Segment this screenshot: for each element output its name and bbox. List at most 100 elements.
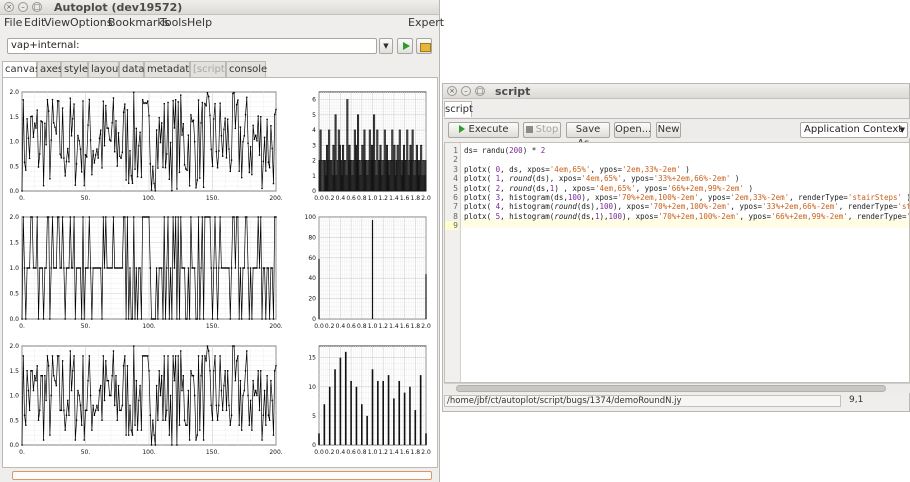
script-toolbar: Execute Stop Save As... Open... New Appl…: [444, 118, 910, 149]
data-point: [98, 137, 101, 140]
data-point: [115, 375, 117, 377]
expert-menu[interactable]: Expert: [408, 16, 444, 29]
uri-dropdown-button[interactable]: ▼: [379, 38, 393, 54]
open-button[interactable]: Open...: [614, 122, 651, 138]
data-point: [173, 267, 176, 269]
x-tick-label: 100.: [142, 323, 155, 330]
tab-layout[interactable]: layout: [88, 61, 122, 77]
save-as-button[interactable]: Save As...: [566, 122, 610, 149]
minimize-icon[interactable]: –: [461, 86, 471, 96]
y-tick-label: 1: [312, 173, 316, 180]
code-token: plotx(: [464, 174, 496, 184]
tab-script-editor[interactable]: script: [444, 101, 473, 117]
data-point: [91, 318, 93, 320]
data-point: [241, 318, 243, 320]
data-point: [256, 140, 258, 142]
main-tabs: canvas axes style layout data metadata […: [2, 61, 438, 78]
data-point: [45, 399, 47, 402]
data-point: [102, 355, 104, 357]
data-point: [144, 102, 146, 104]
line-number: 8: [453, 211, 458, 221]
data-point: [268, 318, 271, 320]
tab-console[interactable]: console: [226, 61, 267, 77]
maximize-icon[interactable]: □: [32, 2, 42, 12]
data-point: [207, 95, 210, 98]
data-point: [262, 267, 264, 269]
close-icon[interactable]: ×: [4, 2, 14, 12]
data-point: [246, 96, 248, 99]
menu-edit[interactable]: Edit: [24, 16, 45, 29]
menu-options[interactable]: Options: [70, 16, 112, 29]
y-tick-label: 40: [308, 275, 316, 282]
data-point: [60, 267, 63, 269]
menu-bar: File Edit View Options Bookmarks Tools H…: [0, 15, 444, 32]
x-tick-label: 0.0: [314, 195, 324, 202]
open-folder-button[interactable]: [416, 38, 432, 54]
data-point: [45, 267, 47, 269]
tab-data[interactable]: data: [119, 61, 145, 77]
data-point: [167, 101, 169, 104]
data-point: [254, 134, 257, 137]
data-point: [201, 101, 204, 104]
tab-metadata[interactable]: metadata: [144, 61, 195, 77]
data-point: [186, 318, 188, 320]
histogram-bar: [355, 386, 358, 445]
code-token: plotx(: [464, 202, 496, 212]
uri-input[interactable]: vap+internal:: [7, 38, 377, 54]
data-point: [108, 139, 111, 141]
data-point: [234, 267, 237, 269]
data-point: [35, 127, 37, 129]
tab-canvas[interactable]: canvas: [2, 61, 40, 78]
menu-view[interactable]: View: [44, 16, 70, 29]
data-point: [59, 153, 61, 155]
close-icon[interactable]: ×: [447, 86, 457, 96]
data-point: [180, 216, 182, 218]
histogram-bar: [339, 357, 342, 445]
y-tick-label: 0.5: [9, 417, 19, 424]
tab-style[interactable]: style: [61, 61, 88, 77]
data-point: [162, 166, 164, 169]
menu-file[interactable]: File: [4, 16, 22, 29]
data-point: [223, 384, 225, 387]
x-tick-label: 150.: [206, 323, 219, 330]
plot-canvas[interactable]: 0. 50. 100. 150. 200. 0.0 0.5 1.0 1.5 2.0 0.0 0.2 0.…: [2, 77, 438, 468]
code-token: 2: [540, 146, 546, 155]
data-point: [220, 389, 223, 392]
data-point: [73, 216, 75, 218]
menu-tools[interactable]: Tools: [160, 16, 187, 29]
code-token: , ds, xpos=: [500, 164, 550, 174]
code-token: , ypos=: [590, 164, 623, 174]
tab-script[interactable]: [script]: [190, 61, 229, 77]
menu-help[interactable]: Help: [187, 16, 212, 29]
data-point: [225, 157, 228, 159]
scrollbar-thumb[interactable]: [456, 385, 886, 392]
code-editor[interactable]: 123456789 ds= randu(200) * 2 plotx( 0, ds…: [444, 142, 910, 383]
code-token: ),: [599, 211, 609, 221]
plots-svg: 0. 50. 100. 150. 200.0.00.51.01.52.00.0 0.2 0.…: [9, 89, 430, 456]
minimize-icon[interactable]: –: [18, 2, 28, 12]
data-point: [248, 171, 251, 174]
data-point: [63, 409, 65, 412]
data-point: [111, 267, 113, 269]
tab-axes[interactable]: axes: [37, 61, 63, 77]
line-number: 9: [445, 221, 458, 231]
data-point: [209, 114, 211, 116]
horizontal-scrollbar[interactable]: [444, 383, 910, 393]
stop-button[interactable]: Stop: [523, 122, 561, 138]
script-path: /home/jbf/ct/autoplot/script/bugs/1374/d…: [444, 395, 841, 407]
data-point: [152, 165, 154, 168]
context-select[interactable]: Application Context ▼: [800, 122, 908, 138]
x-tick-label: 50.: [81, 323, 91, 330]
code-line: plotx( 5, histogram(round(ds,1),100), xp…: [464, 211, 909, 221]
data-point: [271, 399, 273, 402]
data-point: [150, 444, 153, 446]
data-point: [155, 129, 158, 131]
data-point: [46, 98, 49, 101]
go-button[interactable]: [397, 38, 413, 54]
data-point: [274, 370, 276, 372]
data-point: [163, 216, 165, 218]
maximize-icon[interactable]: □: [475, 86, 485, 96]
execute-button[interactable]: Execute: [448, 122, 519, 138]
data-point: [260, 216, 262, 218]
new-button[interactable]: New: [656, 122, 681, 138]
